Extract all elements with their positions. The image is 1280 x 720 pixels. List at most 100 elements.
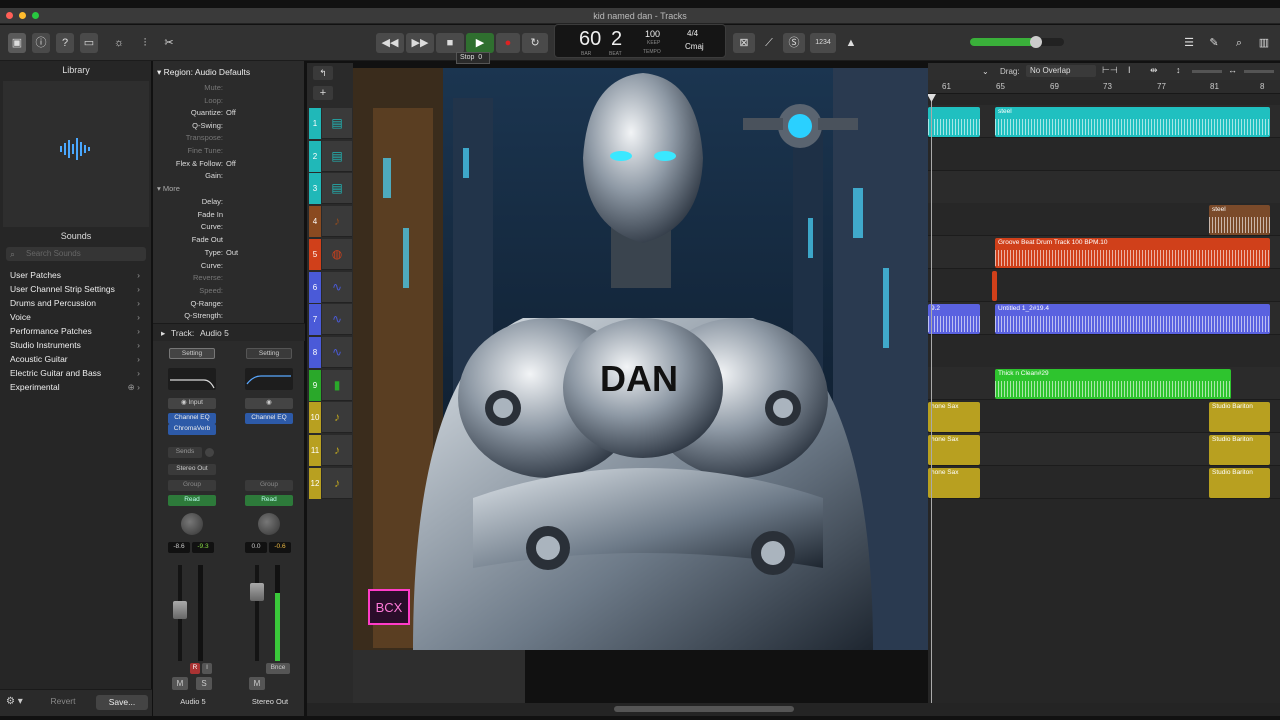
volume-fader-handle-2[interactable] xyxy=(250,583,264,601)
region-steel-brown[interactable]: steel xyxy=(1209,205,1270,235)
region-steel-cyan[interactable]: steel xyxy=(995,107,1270,137)
bounce-button[interactable]: Bnce xyxy=(266,663,290,674)
setting-button[interactable]: Setting xyxy=(169,348,215,359)
playhead[interactable] xyxy=(931,94,932,706)
master-volume-slider[interactable] xyxy=(970,36,1064,48)
library-item[interactable]: User Channel Strip Settings › xyxy=(10,282,140,296)
input-slot[interactable]: ◉ Input xyxy=(168,398,216,409)
track-icon[interactable]: ♪ xyxy=(322,402,352,434)
track-icon[interactable]: ∿ xyxy=(322,336,352,368)
lcd-time-signature[interactable]: 4/4 xyxy=(687,29,698,38)
horizontal-zoom-icon[interactable]: ↔ xyxy=(1228,65,1237,75)
region-cyan-a[interactable] xyxy=(928,107,980,137)
track-icon[interactable]: ▤ xyxy=(322,173,352,205)
track-number[interactable]: 2 xyxy=(309,140,321,172)
region-inspector-header[interactable]: ▾ Region: Audio Defaults xyxy=(157,67,250,79)
track-number[interactable]: 7 xyxy=(309,304,321,336)
eq-thumbnail-2[interactable] xyxy=(245,368,293,390)
track-icon[interactable]: ♪ xyxy=(322,467,352,499)
group-slot[interactable]: Group xyxy=(168,480,216,491)
track-number[interactable]: 1 xyxy=(309,108,321,139)
inspector-param[interactable]: Flex & Follow: Off xyxy=(153,159,303,171)
metronome-icon[interactable]: ▲ xyxy=(840,33,862,53)
library-item[interactable]: Acoustic Guitar › xyxy=(10,352,140,366)
library-item[interactable]: Studio Instruments › xyxy=(10,338,140,352)
automation-mode-2[interactable]: Read xyxy=(245,495,293,506)
setting-button-2[interactable]: Setting xyxy=(246,348,292,359)
inspector-param[interactable]: Fade In xyxy=(153,210,303,222)
gear-icon[interactable]: ⚙ ▾ xyxy=(6,696,34,710)
inspector-param[interactable]: Fade Out xyxy=(153,235,303,247)
snap-icon[interactable]: I xyxy=(1128,65,1131,75)
region-bari-3[interactable]: Studio Bariton xyxy=(1209,468,1270,498)
track-icon[interactable]: ▤ xyxy=(322,108,352,139)
mute-button[interactable]: M xyxy=(172,677,188,690)
drag-mode-select[interactable]: No Overlap xyxy=(1026,65,1096,77)
revert-button[interactable]: Revert xyxy=(40,696,86,710)
eq-thumbnail[interactable] xyxy=(168,368,216,390)
lcd-key[interactable]: Cmaj xyxy=(685,42,704,51)
volume-fader-handle[interactable] xyxy=(173,601,187,619)
region-sax-1[interactable]: hone Sax xyxy=(928,402,980,432)
inspector-param[interactable]: Loop: xyxy=(153,96,303,108)
track-number[interactable]: 5 xyxy=(309,238,321,270)
volume-value[interactable]: -8.6 xyxy=(168,542,190,553)
inspector-param[interactable]: Quantize: Off xyxy=(153,108,303,120)
inspector-param[interactable]: Curve: xyxy=(153,261,303,273)
eye-icon-2[interactable]: ◉ xyxy=(245,398,293,409)
inspector-param[interactable]: Delay: xyxy=(153,197,303,209)
inspector-param[interactable]: Fine Tune: xyxy=(153,146,303,158)
record-enable-button[interactable]: R xyxy=(190,663,200,674)
region-blue-a[interactable]: 9.2 xyxy=(928,304,980,334)
quick-help-button[interactable]: ? xyxy=(56,33,74,53)
mute-button-2[interactable]: M xyxy=(249,677,265,690)
back-arrow-icon[interactable]: ↰ xyxy=(313,66,333,80)
pan-knob[interactable] xyxy=(181,513,203,535)
waveform-zoom-icon[interactable]: ⊢⊣ xyxy=(1102,65,1118,76)
lcd-display[interactable]: 60 2 BAR BEAT 100 KEEP TEMPO 4/4 Cmaj xyxy=(554,24,726,58)
replace-button[interactable]: ⊠ xyxy=(733,33,755,53)
input-monitor-button[interactable]: I xyxy=(202,663,212,674)
list-editors-button[interactable]: ☰ xyxy=(1180,33,1198,53)
note-pad-button[interactable]: ✎ xyxy=(1205,33,1223,53)
fast-forward-button[interactable]: ▶▶ xyxy=(406,33,434,53)
autozoom-icon[interactable]: ⇹ xyxy=(1150,65,1158,76)
region-thick-n-clean[interactable]: Thick n Clean#29 xyxy=(995,369,1231,399)
lcd-tempo[interactable]: 100 xyxy=(645,29,660,39)
volume-value-2[interactable]: 0.0 xyxy=(245,542,267,553)
bar-ruler[interactable]: 61 65 69 73 77 81 8 xyxy=(928,80,1280,94)
region-groove-beat[interactable]: Groove Beat Drum Track 100 BPM.10 xyxy=(995,238,1270,268)
track-number[interactable]: 4 xyxy=(309,206,321,238)
track-icon[interactable]: ∿ xyxy=(322,271,352,303)
rewind-button[interactable]: ◀◀ xyxy=(376,33,404,53)
inspector-param[interactable]: Gain: xyxy=(153,171,303,183)
smart-controls-button[interactable]: ☼ xyxy=(110,33,128,53)
send-knob[interactable] xyxy=(205,448,214,457)
track-number[interactable]: 12 xyxy=(309,467,321,499)
cycle-button[interactable]: ↻ xyxy=(522,33,548,53)
plugin-slot-2[interactable]: ChromaVerb xyxy=(168,424,216,435)
track-number[interactable]: 10 xyxy=(309,402,321,434)
record-button[interactable]: ● xyxy=(496,33,520,53)
library-item[interactable]: Experimental ⊕ › xyxy=(10,380,140,394)
sends-slot[interactable]: Sends xyxy=(168,447,202,458)
track-number[interactable]: 6 xyxy=(309,271,321,303)
library-item[interactable]: Drums and Percussion › xyxy=(10,296,140,310)
vertical-zoom-icon[interactable]: ↕ xyxy=(1176,65,1181,75)
track-number[interactable]: 3 xyxy=(309,173,321,205)
param-value[interactable]: Off xyxy=(226,108,236,117)
group-slot-2[interactable]: Group xyxy=(245,480,293,491)
param-value[interactable]: Out xyxy=(226,248,238,257)
library-item[interactable]: Performance Patches › xyxy=(10,324,140,338)
library-item[interactable]: Voice › xyxy=(10,310,140,324)
track-icon[interactable]: ◍ xyxy=(322,238,352,270)
inspector-param[interactable]: Reverse: xyxy=(153,273,303,285)
inspector-param[interactable]: Mute: xyxy=(153,83,303,95)
search-sounds-input[interactable]: Search Sounds xyxy=(6,247,146,261)
library-toggle-button[interactable]: ▣ xyxy=(8,33,26,53)
plugin-slot-1[interactable]: Channel EQ xyxy=(168,413,216,424)
count-in-button[interactable]: 1234 xyxy=(810,33,836,53)
horizontal-zoom-slider[interactable] xyxy=(1244,70,1274,73)
tuner-button[interactable]: ⟋ xyxy=(758,33,780,53)
play-button[interactable]: ▶ xyxy=(466,33,494,53)
